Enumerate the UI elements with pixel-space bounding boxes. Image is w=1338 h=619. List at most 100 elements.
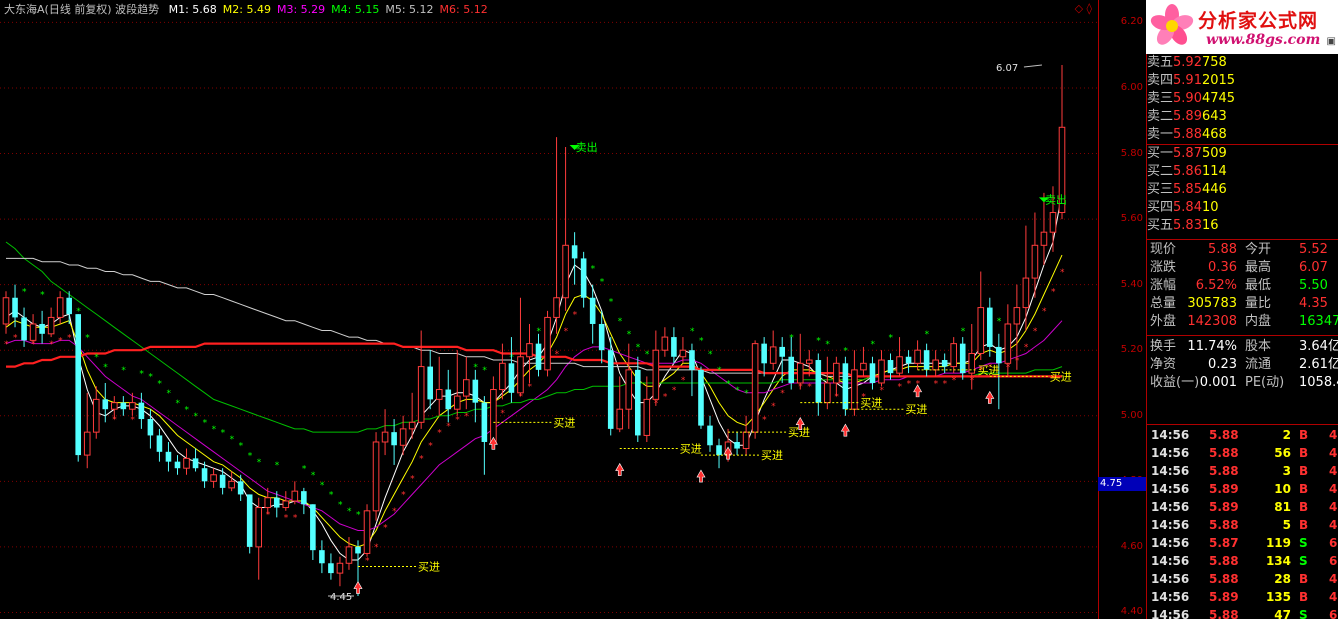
trailing-stop-marker: * xyxy=(320,481,325,491)
quote-value: 11.74% xyxy=(1187,339,1237,354)
candle-body xyxy=(833,362,840,384)
quote-label: 涨跌 xyxy=(1150,260,1177,275)
trailing-stop-marker: * xyxy=(212,425,217,435)
quote-value: 0.36 xyxy=(1208,260,1237,275)
candle-body xyxy=(408,421,416,430)
trade-row: 14:56 5.88 47 S 6 xyxy=(1147,606,1338,619)
candle-body xyxy=(381,431,389,443)
trade-side: B xyxy=(1299,572,1309,586)
trailing-stop-marker: * xyxy=(627,330,632,340)
candle-body xyxy=(165,451,172,462)
candle-body xyxy=(472,379,479,403)
panel-toggle-icon[interactable]: ▣ xyxy=(1327,36,1336,47)
trailing-stop-marker: * xyxy=(103,363,108,373)
candle-body xyxy=(12,297,18,318)
quote-value: 3.64亿 xyxy=(1299,339,1338,354)
trailing-stop-marker: * xyxy=(1042,307,1047,317)
ma-legend: M1: 5.68 M2: 5.49 M3: 5.29 M4: 5.15 M5: 5.12… xyxy=(169,3,494,16)
trade-time: 14:56 xyxy=(1151,590,1190,604)
trade-volume: 134 xyxy=(1265,554,1291,568)
trade-side: S xyxy=(1299,554,1308,568)
candle-body xyxy=(941,360,948,367)
trailing-stop-marker: * xyxy=(166,389,171,399)
buy-signal-label: 买进 xyxy=(761,449,783,462)
ask-label: 卖一 xyxy=(1147,127,1174,142)
quote-value: 2.61亿 xyxy=(1299,357,1338,372)
chart-corner-icon[interactable]: ◇ ◊ xyxy=(1075,2,1092,15)
trailing-stop-marker: * xyxy=(4,340,9,350)
candle-body xyxy=(977,307,985,354)
candle-body xyxy=(959,343,966,374)
buy-arrow-icon xyxy=(985,390,995,404)
trailing-stop-marker: * xyxy=(40,291,45,301)
kline-chart[interactable]: * * * * * * * * * * * * * * * * * * * * * * * * * * * * * * * * * * * * * * * *… xyxy=(0,0,1098,619)
candle-body xyxy=(535,343,542,370)
ma-line-M4 xyxy=(5,241,1063,433)
candle-body xyxy=(544,316,551,371)
ma-legend-item: M5: 5.12 xyxy=(385,3,434,16)
candle-body xyxy=(56,297,64,318)
trailing-stop-marker: * xyxy=(383,523,388,533)
trade-extra: 4 xyxy=(1329,590,1338,604)
y-tick-label: 5.40 xyxy=(1120,278,1143,290)
trade-volume: 81 xyxy=(1274,500,1291,514)
buy-signal-label: 买进 xyxy=(418,561,440,574)
quote-label: 外盘 xyxy=(1150,314,1177,329)
trailing-stop-marker: * xyxy=(1024,343,1029,353)
trailing-stop-marker: * xyxy=(726,379,731,389)
candle-body xyxy=(851,369,858,410)
low-price-label: 4.45 xyxy=(330,592,352,603)
trailing-stop-marker: * xyxy=(1051,287,1056,297)
bid-row: 买五5.8316 xyxy=(1147,217,1338,235)
quote-value: 6.07 xyxy=(1299,260,1328,275)
trailing-stop-marker: * xyxy=(870,340,875,350)
y-tick-label: 5.00 xyxy=(1120,409,1143,421)
trailing-stop-marker: * xyxy=(879,386,884,396)
bid-volume: 10 xyxy=(1201,200,1219,215)
bid-label: 买一 xyxy=(1147,146,1174,161)
trade-volume: 119 xyxy=(1265,536,1291,550)
quote-value: 142308 xyxy=(1187,314,1237,329)
trailing-stop-marker: * xyxy=(347,507,352,517)
candle-body xyxy=(129,402,136,410)
ask-volume: 2015 xyxy=(1201,73,1236,88)
quote-value: 163475 xyxy=(1299,314,1338,329)
candle-body xyxy=(481,402,488,442)
candle-body xyxy=(264,497,272,509)
trailing-stop-marker: * xyxy=(771,402,776,412)
trailing-stop-marker: * xyxy=(130,415,135,425)
candle-body xyxy=(742,431,750,450)
trade-row: 14:56 5.89 135 B 4 xyxy=(1147,588,1338,606)
ma-legend-item: M4: 5.15 xyxy=(331,3,380,16)
price-axis: 6.206.005.805.605.405.205.004.804.604.40 xyxy=(1098,0,1147,619)
quote-label: 今开 xyxy=(1245,242,1272,257)
trade-time: 14:56 xyxy=(1151,554,1190,568)
candle-body xyxy=(219,474,226,488)
quote-label: 涨幅 xyxy=(1150,278,1177,293)
candle-body xyxy=(805,359,813,364)
candle-body xyxy=(571,245,578,259)
trailing-stop-marker: * xyxy=(428,442,433,452)
candle-body xyxy=(671,337,677,357)
trailing-stop-marker: * xyxy=(645,350,650,360)
trailing-stop-marker: * xyxy=(49,340,54,350)
trailing-stop-marker: * xyxy=(329,491,334,501)
buy-signal-label: 买进 xyxy=(860,397,882,410)
kline-chart-area[interactable]: * * * * * * * * * * * * * * * * * * * * * * * * * * * * * * * * * * * * * * * *… xyxy=(0,0,1098,619)
trade-volume: 3 xyxy=(1282,464,1291,478)
trailing-stop-marker: * xyxy=(735,386,740,396)
bid-price: 5.86 xyxy=(1173,164,1202,179)
trade-time: 14:56 xyxy=(1151,572,1190,586)
candle-body xyxy=(301,491,307,505)
candle-body xyxy=(174,461,181,469)
candle-body xyxy=(201,468,208,482)
trailing-stop-marker: * xyxy=(374,543,379,553)
quote-label: 最低 xyxy=(1245,278,1272,293)
candle-body xyxy=(210,474,217,482)
candle-body xyxy=(92,398,100,433)
trade-volume: 2 xyxy=(1282,428,1291,442)
trailing-stop-marker: * xyxy=(690,327,695,337)
bid-price: 5.85 xyxy=(1173,182,1202,197)
candle-body xyxy=(75,314,82,456)
candle-body xyxy=(923,350,930,370)
